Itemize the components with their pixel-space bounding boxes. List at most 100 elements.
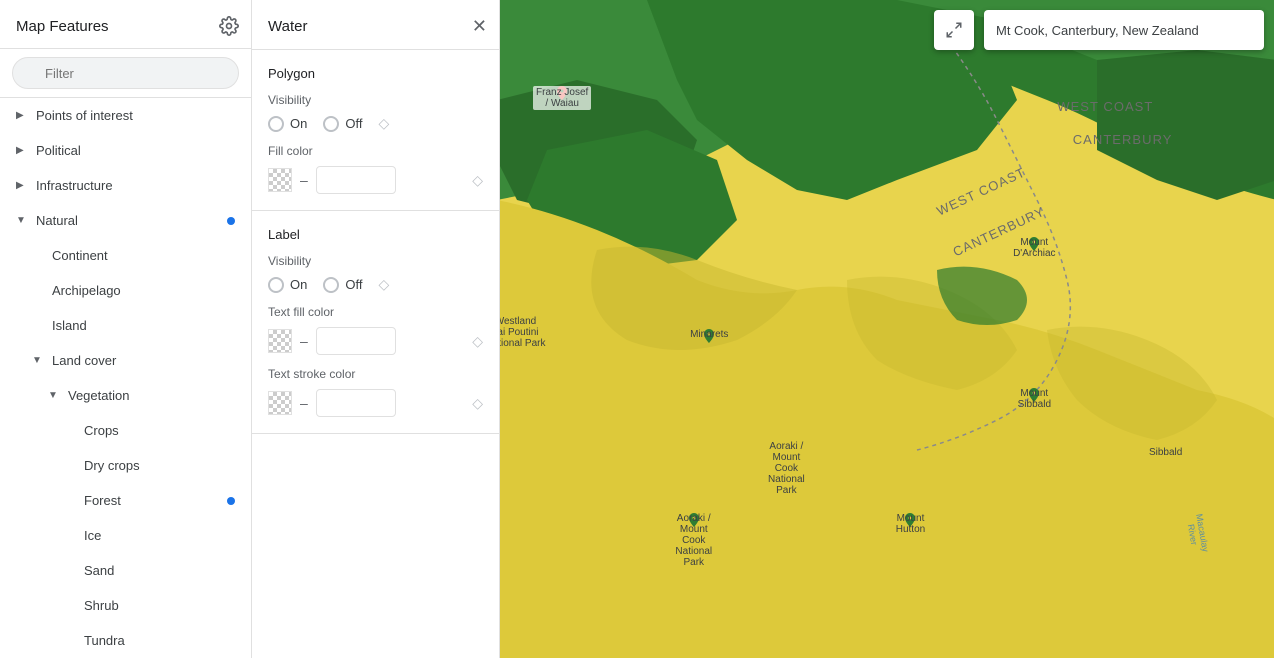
color-swatch[interactable] [268,329,292,353]
radio-on-circle [268,116,284,132]
label-heading: Label [268,227,483,242]
map-search-box[interactable]: Mt Cook, Canterbury, New Zealand [984,10,1264,50]
color-label-box[interactable] [316,327,396,355]
radio-on-label: On [290,116,307,131]
color-swatch[interactable] [268,391,292,415]
chevron-down-icon: ▼ [32,355,44,366]
radio-on-circle [268,277,284,293]
sidebar-item-natural[interactable]: ▼ Natural [0,203,251,238]
map-search: Mt Cook, Canterbury, New Zealand [984,10,1264,50]
sidebar-item-label: Sand [84,563,235,578]
diamond-icon[interactable]: ◇ [378,115,389,132]
gear-icon[interactable] [219,16,239,36]
diamond-icon[interactable]: ◇ [472,172,483,189]
sidebar-item-label: Vegetation [68,388,235,403]
sidebar-item-label: Infrastructure [36,178,235,193]
radio-off-label: Off [345,277,362,292]
color-label-box[interactable] [316,389,396,417]
color-dash: – [300,395,308,411]
color-label-box[interactable] [316,166,396,194]
sidebar-item-crops[interactable]: Crops [0,413,251,448]
sidebar-item-label: Points of interest [36,108,235,123]
sidebar-item-infrastructure[interactable]: ▶ Infrastructure [0,168,251,203]
sidebar-item-label: Archipelago [52,283,235,298]
color-dash: – [300,333,308,349]
polygon-visibility-off[interactable]: Off [323,116,362,132]
mount-darchiac-label: MountD'Archiac [1026,237,1042,257]
sidebar-item-label: Land cover [52,353,235,368]
label-section: Label Visibility On Off ◇ Text fill colo… [252,211,499,434]
color-swatch[interactable] [268,168,292,192]
sidebar-item-tundra[interactable]: Tundra [0,623,251,658]
color-dash: – [300,172,308,188]
label-visibility-group: On Off ◇ [268,276,483,293]
fill-color-row: – ◇ [268,166,483,194]
modified-dot [227,217,235,225]
sidebar-item-ice[interactable]: Ice [0,518,251,553]
sidebar-item-vegetation[interactable]: ▼ Vegetation [0,378,251,413]
chevron-right-icon: ▶ [16,110,28,121]
sidebar-item-land-cover[interactable]: ▼ Land cover [0,343,251,378]
sidebar-item-points-of-interest[interactable]: ▶ Points of interest [0,98,251,133]
sidebar: Map Features ▶ Points of interest [0,0,252,658]
polygon-section: Polygon Visibility On Off ◇ Fill color –… [252,50,499,211]
sidebar-item-forest[interactable]: Forest [0,483,251,518]
sidebar-item-sand[interactable]: Sand [0,553,251,588]
sidebar-item-island[interactable]: Island [0,308,251,343]
color-swatch-group: – [268,327,396,355]
sidebar-item-label: Dry crops [84,458,235,473]
search-value: Mt Cook, Canterbury, New Zealand [996,23,1199,38]
franz-josef-label: Franz Josef/ Waiau [554,86,570,106]
text-fill-color-label: Text fill color [268,305,483,319]
filter-input[interactable] [12,57,239,89]
sidebar-item-label: Tundra [84,633,235,648]
sidebar-item-political[interactable]: ▶ Political [0,133,251,168]
diamond-icon[interactable]: ◇ [472,395,483,412]
aoraki-2-label: Aoraki /Mount CookNational Park [686,513,702,533]
polygon-visibility-on[interactable]: On [268,116,307,132]
sidebar-item-label: Shrub [84,598,235,613]
detail-panel: Water ✕ Polygon Visibility On Off ◇ Fill… [252,0,500,658]
text-stroke-color-row: – ◇ [268,389,483,417]
chevron-down-icon: ▼ [16,215,28,226]
sidebar-list: ▶ Points of interest ▶ Political ▶ Infra… [0,98,251,658]
polygon-visibility-group: On Off ◇ [268,115,483,132]
radio-off-circle [323,277,339,293]
sidebar-item-label: Ice [84,528,235,543]
label-visibility-off[interactable]: Off [323,277,362,293]
diamond-icon[interactable]: ◇ [472,333,483,350]
sidebar-item-label: Political [36,143,235,158]
radio-on-label: On [290,277,307,292]
sidebar-item-label: Crops [84,423,235,438]
polygon-heading: Polygon [268,66,483,81]
sidebar-header: Map Features [0,0,251,49]
sidebar-item-continent[interactable]: Continent [0,238,251,273]
map-area[interactable]: WEST COAST CANTERBURY WEST COAST CANTERB… [500,0,1274,658]
sidebar-item-dry-crops[interactable]: Dry crops [0,448,251,483]
label-visibility-label: Visibility [268,254,483,268]
detail-header: Water ✕ [252,0,499,50]
sidebar-item-shrub[interactable]: Shrub [0,588,251,623]
close-icon[interactable]: ✕ [472,16,487,37]
minarets-label: Minarets [701,329,717,349]
text-fill-color-row: – ◇ [268,327,483,355]
sidebar-item-label: Island [52,318,235,333]
label-visibility-on[interactable]: On [268,277,307,293]
filter-bar [0,49,251,98]
detail-title: Water [268,18,307,35]
text-stroke-color-label: Text stroke color [268,367,483,381]
chevron-right-icon: ▶ [16,145,28,156]
diamond-icon[interactable]: ◇ [378,276,389,293]
mount-hutton-label: Mount Hutton [902,513,918,533]
color-swatch-group: – [268,389,396,417]
sidebar-item-label: Continent [52,248,235,263]
sidebar-item-label: Forest [84,493,227,508]
visibility-label: Visibility [268,93,483,107]
chevron-right-icon: ▶ [16,180,28,191]
mount-sibbald-label: Mount Sibbald [1026,388,1042,408]
chevron-down-icon: ▼ [48,390,60,401]
sidebar-item-archipelago[interactable]: Archipelago [0,273,251,308]
radio-off-circle [323,116,339,132]
sidebar-item-label: Natural [36,213,227,228]
fullscreen-button[interactable] [934,10,974,50]
